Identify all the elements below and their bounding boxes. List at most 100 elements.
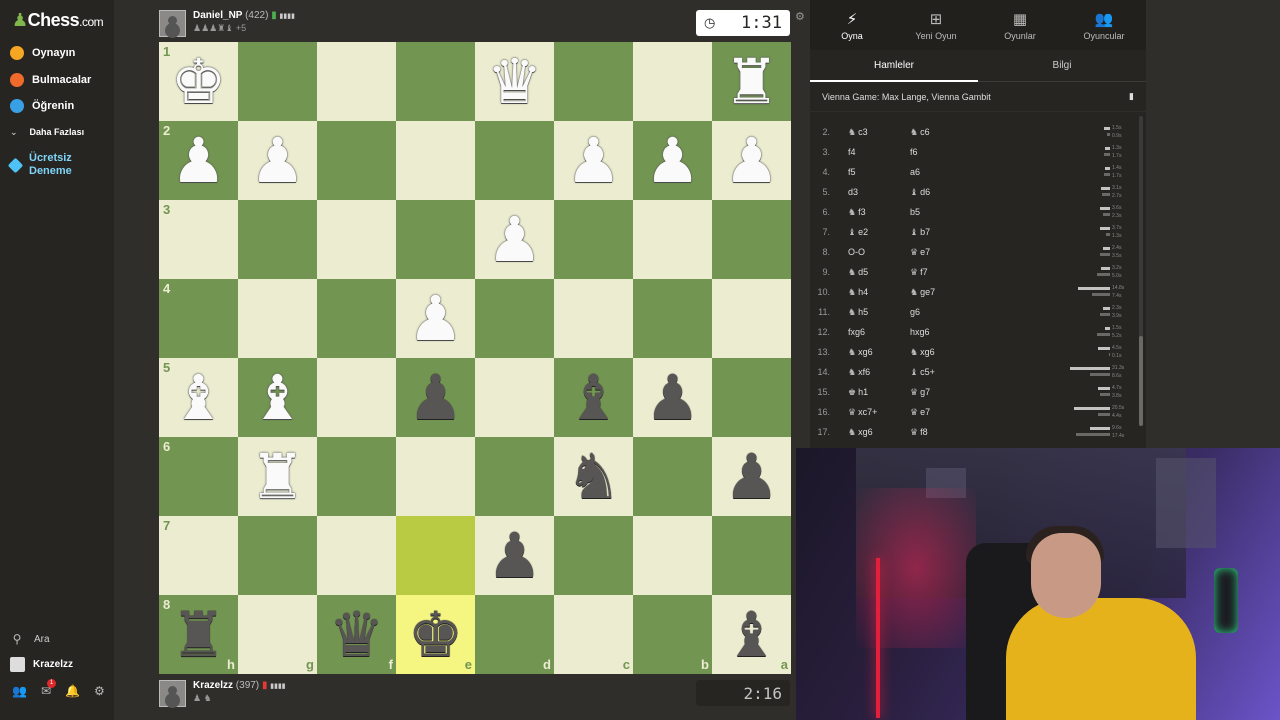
white-pawn-piece[interactable]: ♟	[566, 129, 622, 192]
square-c5[interactable]: ♝	[554, 358, 633, 437]
square-f3[interactable]	[317, 200, 396, 279]
white-move[interactable]: O-O	[848, 247, 910, 257]
black-move[interactable]: ♝ d6	[910, 187, 970, 198]
white-move[interactable]: ♝ e2	[848, 227, 910, 238]
white-pawn-piece[interactable]: ♟	[645, 129, 701, 192]
sidebar-item-play[interactable]: Oynayın	[10, 46, 75, 60]
white-pawn-piece[interactable]: ♟	[408, 287, 464, 350]
white-move[interactable]: f5	[848, 167, 910, 177]
search-button[interactable]: ⚲ Ara	[10, 632, 50, 646]
square-g1[interactable]	[238, 42, 317, 121]
white-king-piece[interactable]: ♚	[171, 50, 227, 113]
black-pawn-piece[interactable]: ♟	[487, 524, 543, 587]
square-a2[interactable]: ♟	[712, 121, 791, 200]
white-move[interactable]: fxg6	[848, 327, 910, 337]
subtab-moves[interactable]: Hamleler	[810, 50, 978, 82]
square-e4[interactable]: ♟	[396, 279, 475, 358]
square-b3[interactable]	[633, 200, 712, 279]
square-e2[interactable]	[396, 121, 475, 200]
black-move[interactable]: ♝ c5+	[910, 367, 970, 378]
square-b4[interactable]	[633, 279, 712, 358]
black-move[interactable]: a6	[910, 167, 970, 177]
bell-icon[interactable]: 🔔	[65, 684, 80, 698]
white-pawn-piece[interactable]: ♟	[487, 208, 543, 271]
white-move[interactable]: ♞ xg6	[848, 427, 910, 438]
square-d6[interactable]	[475, 437, 554, 516]
white-move[interactable]: ♚ h1	[848, 387, 910, 398]
white-pawn-piece[interactable]: ♟	[250, 129, 306, 192]
black-pawn-piece[interactable]: ♟	[724, 445, 780, 508]
square-h3[interactable]: 3	[159, 200, 238, 279]
scrollbar-thumb[interactable]	[1139, 336, 1143, 426]
square-c6[interactable]: ♞	[554, 437, 633, 516]
square-f2[interactable]	[317, 121, 396, 200]
chess-logo[interactable]: ♟Chess.com	[12, 10, 104, 31]
white-rook-piece[interactable]: ♜	[250, 445, 306, 508]
black-bishop-piece[interactable]: ♝	[566, 366, 622, 429]
black-move[interactable]: f6	[910, 147, 970, 157]
gear-icon[interactable]: ⚙	[94, 684, 105, 698]
white-move[interactable]: f4	[848, 147, 910, 157]
square-c4[interactable]	[554, 279, 633, 358]
black-pawn-piece[interactable]: ♟	[645, 366, 701, 429]
square-e7[interactable]	[396, 516, 475, 595]
square-c2[interactable]: ♟	[554, 121, 633, 200]
square-g4[interactable]	[238, 279, 317, 358]
square-e6[interactable]	[396, 437, 475, 516]
opponent-name[interactable]: Daniel_NP (422) ▮ ▮▮▮▮	[193, 10, 295, 21]
square-a8[interactable]: a ♝	[712, 595, 791, 674]
white-move[interactable]: d3	[848, 187, 910, 197]
square-h1[interactable]: 1 ♚	[159, 42, 238, 121]
square-e5[interactable]: ♟	[396, 358, 475, 437]
square-g3[interactable]	[238, 200, 317, 279]
square-h4[interactable]: 4	[159, 279, 238, 358]
white-move[interactable]: ♞ c3	[848, 127, 910, 138]
square-b2[interactable]: ♟	[633, 121, 712, 200]
white-move[interactable]: ♞ h4	[848, 287, 910, 298]
black-move[interactable]: g6	[910, 307, 970, 317]
square-e3[interactable]	[396, 200, 475, 279]
square-b1[interactable]	[633, 42, 712, 121]
square-b6[interactable]	[633, 437, 712, 516]
white-move[interactable]: ♞ xf6	[848, 367, 910, 378]
tab-players[interactable]: 👥 Oyuncular	[1062, 0, 1146, 50]
square-d3[interactable]: ♟	[475, 200, 554, 279]
black-move[interactable]: ♞ xg6	[910, 347, 970, 358]
sidebar-item-learn[interactable]: Öğrenin	[10, 99, 74, 113]
square-d8[interactable]: d	[475, 595, 554, 674]
black-move[interactable]: hxg6	[910, 327, 970, 337]
square-a4[interactable]	[712, 279, 791, 358]
square-f7[interactable]	[317, 516, 396, 595]
black-queen-piece[interactable]: ♛	[329, 603, 385, 666]
square-e8[interactable]: e ♚	[396, 595, 475, 674]
white-move[interactable]: ♞ f3	[848, 207, 910, 218]
square-g8[interactable]: g	[238, 595, 317, 674]
square-d5[interactable]	[475, 358, 554, 437]
square-d2[interactable]	[475, 121, 554, 200]
square-g6[interactable]: ♜	[238, 437, 317, 516]
sidebar-item-free-trial[interactable]: Ücretsiz Deneme	[7, 152, 89, 178]
white-pawn-piece[interactable]: ♟	[724, 129, 780, 192]
black-move[interactable]: b5	[910, 207, 970, 217]
square-g2[interactable]: ♟	[238, 121, 317, 200]
square-g7[interactable]	[238, 516, 317, 595]
square-f1[interactable]	[317, 42, 396, 121]
black-move[interactable]: ♛ g7	[910, 387, 970, 398]
player-avatar[interactable]	[159, 680, 186, 707]
square-b8[interactable]: b	[633, 595, 712, 674]
friends-icon[interactable]: 👥	[12, 684, 27, 698]
square-h6[interactable]: 6	[159, 437, 238, 516]
opening-name[interactable]: Vienna Game: Max Lange, Vienna Gambit	[822, 92, 991, 102]
square-d1[interactable]: ♛	[475, 42, 554, 121]
black-move[interactable]: ♛ e7	[910, 407, 970, 418]
white-queen-piece[interactable]: ♛	[487, 50, 543, 113]
black-move[interactable]: ♞ ge7	[910, 287, 970, 298]
square-d7[interactable]: ♟	[475, 516, 554, 595]
black-pawn-piece[interactable]: ♟	[408, 366, 464, 429]
square-b5[interactable]: ♟	[633, 358, 712, 437]
messages-icon[interactable]: ✉ 1	[41, 679, 57, 698]
white-move[interactable]: ♞ xg6	[848, 347, 910, 358]
square-h5[interactable]: 5 ♝	[159, 358, 238, 437]
square-c7[interactable]	[554, 516, 633, 595]
square-a7[interactable]	[712, 516, 791, 595]
